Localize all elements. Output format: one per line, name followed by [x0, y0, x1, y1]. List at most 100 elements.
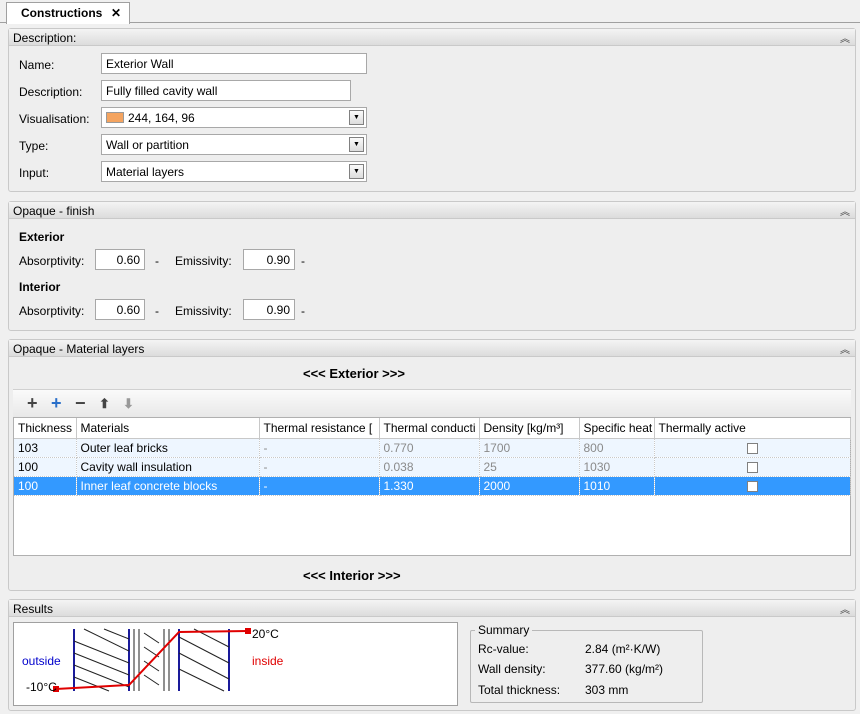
column-header[interactable]: Thickness [14, 418, 77, 439]
wall-section-svg [53, 628, 251, 692]
collapse-icon[interactable]: ︽ [840, 203, 850, 218]
table-row[interactable]: 100 Cavity wall insulation -0.038 25 1030 [14, 457, 851, 477]
exterior-heading: Exterior [19, 230, 65, 244]
column-header[interactable]: Specific heat [579, 418, 655, 439]
layers-panel-header[interactable]: Opaque - Material layers ︽ [9, 340, 855, 357]
cell-density[interactable]: 25 [479, 457, 580, 477]
interior-banner: <<< Interior >>> [303, 568, 401, 583]
cell-density[interactable]: 1700 [479, 438, 580, 458]
layers-toolbar: + + − ⬆ ⬇ [13, 389, 851, 417]
cell-specific-heat[interactable]: 1010 [579, 476, 655, 496]
type-combo[interactable]: Wall or partition ▼ [101, 134, 367, 155]
description-label: Description: [19, 85, 83, 99]
rc-label: Rc-value: [478, 642, 529, 656]
outside-temp-label: -10°C [26, 680, 57, 694]
summary-box: Summary Rc-value: 2.84 (m²·K/W) Wall den… [470, 623, 703, 703]
tab-strip: Constructions ✕ [0, 0, 860, 24]
cell-thermally-active[interactable] [654, 457, 851, 477]
cell-thermally-active[interactable] [654, 476, 851, 496]
dash-text: - [155, 254, 159, 268]
interior-emissivity-input[interactable]: 0.90 [243, 299, 295, 320]
description-panel-header[interactable]: Description: ︽ [9, 29, 855, 46]
finish-panel-title: Opaque - finish [13, 204, 95, 218]
cell-conductivity[interactable]: 1.330 [379, 476, 480, 496]
summary-title: Summary [475, 623, 533, 637]
move-up-icon[interactable]: ⬆ [99, 396, 110, 412]
column-header[interactable]: Thermal resistance [ [259, 418, 380, 439]
total-thickness-label: Total thickness: [478, 683, 561, 697]
exterior-banner: <<< Exterior >>> [303, 366, 405, 381]
type-label: Type: [19, 139, 49, 153]
tab-constructions[interactable]: Constructions ✕ [6, 2, 130, 24]
move-down-icon[interactable]: ⬇ [123, 396, 134, 412]
exterior-absorptivity-label: Absorptivity: [19, 254, 85, 268]
finish-panel-header[interactable]: Opaque - finish ︽ [9, 202, 855, 219]
thermally-active-checkbox[interactable] [746, 480, 758, 492]
cell-thickness[interactable]: 100 [14, 457, 77, 477]
cell-resistance[interactable]: - [259, 438, 380, 458]
interior-heading: Interior [19, 280, 61, 294]
dash-text: - [301, 254, 305, 268]
cell-material[interactable]: Inner leaf concrete blocks [76, 476, 260, 496]
thermally-active-checkbox[interactable] [746, 461, 758, 473]
brick-hatch [73, 628, 130, 692]
name-input[interactable]: Exterior Wall [101, 53, 367, 74]
description-panel-title: Description: [13, 31, 77, 45]
exterior-emissivity-input[interactable]: 0.90 [243, 249, 295, 270]
input-combo[interactable]: Material layers ▼ [101, 161, 367, 182]
cell-thickness[interactable]: 100 [14, 476, 77, 496]
description-panel: Description: ︽ Name: Exterior Wall Descr… [8, 28, 856, 192]
outside-label: outside [22, 654, 61, 668]
visualisation-value: 244, 164, 96 [128, 111, 195, 125]
cell-resistance[interactable]: - [259, 457, 380, 477]
cell-resistance[interactable]: - [259, 476, 380, 496]
dropdown-arrow-icon[interactable]: ▼ [349, 110, 364, 125]
cell-thickness[interactable]: 103 [14, 438, 77, 458]
close-icon[interactable]: ✕ [111, 6, 121, 20]
results-panel-header[interactable]: Results ︽ [9, 600, 855, 617]
collapse-icon[interactable]: ︽ [840, 30, 850, 45]
exterior-emissivity-label: Emissivity: [175, 254, 232, 268]
input-value: Material layers [106, 165, 185, 179]
interior-absorptivity-input[interactable]: 0.60 [95, 299, 145, 320]
dropdown-arrow-icon[interactable]: ▼ [349, 137, 364, 152]
cell-conductivity[interactable]: 0.770 [379, 438, 480, 458]
thermally-active-checkbox[interactable] [746, 442, 758, 454]
input-label: Input: [19, 166, 50, 180]
results-panel-title: Results [13, 602, 54, 616]
color-swatch [106, 112, 124, 123]
exterior-absorptivity-input[interactable]: 0.60 [95, 249, 145, 270]
table-header-row: Thickness Materials Thermal resistance [Th… [14, 418, 851, 439]
collapse-icon[interactable]: ︽ [840, 601, 850, 616]
layers-panel-title: Opaque - Material layers [13, 342, 145, 356]
cell-density[interactable]: 2000 [479, 476, 580, 496]
dropdown-arrow-icon[interactable]: ▼ [349, 164, 364, 179]
inside-temp-label: 20°C [252, 627, 279, 641]
cell-conductivity[interactable]: 0.038 [379, 457, 480, 477]
inside-label: inside [252, 654, 284, 668]
column-header[interactable]: Thermally active [654, 418, 851, 439]
wall-density-value: 377.60 (kg/m²) [585, 662, 664, 676]
cell-thermally-active[interactable] [654, 438, 851, 458]
description-input[interactable]: Fully filled cavity wall [101, 80, 351, 101]
collapse-icon[interactable]: ︽ [840, 341, 850, 356]
insert-icon[interactable]: + [51, 393, 62, 414]
column-header[interactable]: Materials [76, 418, 260, 439]
remove-icon[interactable]: − [75, 393, 86, 414]
cell-specific-heat[interactable]: 800 [579, 438, 655, 458]
cell-material[interactable]: Cavity wall insulation [76, 457, 260, 477]
finish-panel: Opaque - finish ︽ Exterior Absorptivity:… [8, 201, 856, 331]
table-row[interactable]: 103 Outer leaf bricks -0.770 1700 800 [14, 438, 851, 458]
column-header[interactable]: Density [kg/m³] [479, 418, 580, 439]
concrete-hatch [178, 628, 230, 692]
temperature-diagram: outside inside 20°C -10°C [13, 622, 458, 706]
table-row[interactable]: 100 Inner leaf concrete blocks -1.330 2000 1… [14, 476, 851, 496]
add-icon[interactable]: + [27, 393, 38, 414]
dash-text: - [301, 304, 305, 318]
temp-marker [245, 628, 251, 634]
column-header[interactable]: Thermal conducti [379, 418, 480, 439]
cell-material[interactable]: Outer leaf bricks [76, 438, 260, 458]
total-thickness-value: 303 mm [585, 683, 629, 697]
cell-specific-heat[interactable]: 1030 [579, 457, 655, 477]
visualisation-combo[interactable]: 244, 164, 96 ▼ [101, 107, 367, 128]
